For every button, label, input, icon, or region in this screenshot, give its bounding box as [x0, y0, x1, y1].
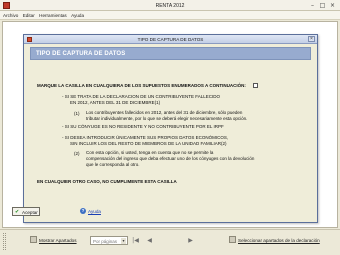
page-mode-select[interactable]: Por páginas ▾	[90, 236, 128, 245]
chevron-down-icon: ▾	[121, 238, 126, 244]
note2-line1: Con esta opción, si usted, tenga en cuen…	[86, 150, 214, 155]
section-own-data-line2: SIN INCLUIR LOS DEL RESTO DE MIEMBROS DE…	[70, 141, 227, 146]
window-titlebar: RENTA 2012 – □ ×	[0, 0, 340, 11]
first-page-button[interactable]: |◀	[131, 236, 140, 245]
menu-archivo[interactable]: Archivo	[0, 11, 18, 18]
dialog-close-button[interactable]: ×	[308, 36, 315, 42]
checkmark-icon: ✔	[15, 209, 20, 215]
dialog-footer-note: EN CUALQUIER OTRO CASO, NO CUMPLIMENTE E…	[37, 179, 177, 184]
dialog-heading: MARQUE LA CASILLA EN CUALQUIERA DE LOS S…	[37, 83, 246, 88]
help-icon: ?	[80, 208, 86, 214]
close-window-button[interactable]: ×	[329, 2, 336, 9]
dialog-titlebar: TIPO DE CAPTURA DE DATOS ×	[24, 35, 317, 44]
section-own-data-line1: - SI DESEA INTRODUCIR ÚNICAMENTE SUS PRO…	[62, 135, 229, 140]
section-deceased-line1: - SI SE TRATA DE LA DECLARACION DE UN CO…	[62, 94, 221, 99]
section-non-resident-spouse: - SI SU CÓNYUGE ES NO RESIDENTE Y NO CON…	[62, 124, 224, 129]
previous-page-button[interactable]: ◀	[145, 236, 154, 245]
note1-line2: tributar individualmente, por lo que se …	[86, 116, 248, 121]
page-mode-value: Por páginas	[93, 239, 118, 244]
minimize-button[interactable]: –	[309, 2, 316, 9]
section-deceased-line2: EN 2012, ANTES DEL 31 DE DICIEMBRE(1)	[70, 100, 161, 105]
next-page-button[interactable]: ▶	[186, 236, 195, 245]
toolbar-grip[interactable]	[3, 233, 6, 250]
banner-title: TIPO DE CAPTURA DE DATOS	[36, 51, 126, 57]
note1-number: (1)	[74, 111, 80, 116]
note2-line2: compensación del ingreso que deba efectu…	[86, 156, 255, 161]
menu-editar[interactable]: Editar	[20, 11, 35, 18]
accept-button-label: Aceptar	[22, 210, 38, 215]
window-title: RENTA 2012	[155, 3, 185, 9]
note1-line1: Los contribuyentes fallecidos en 2012, a…	[86, 110, 243, 115]
dialog-title: TIPO DE CAPTURA DE DATOS	[137, 37, 204, 42]
menu-herramientas[interactable]: Herramientas	[36, 11, 67, 18]
dialog-banner: TIPO DE CAPTURA DE DATOS	[30, 47, 311, 60]
select-sections-icon[interactable]	[229, 236, 236, 243]
menubar: Archivo Editar Herramientas Ayuda	[0, 11, 340, 20]
select-sections-link[interactable]: Seleccionar apartados de la declaración	[238, 238, 320, 243]
menu-ayuda[interactable]: Ayuda	[68, 11, 84, 18]
show-sections-link[interactable]: Mostrar Apartados	[39, 238, 77, 243]
note2-line3: que le corresponda al otro.	[86, 162, 140, 167]
accept-button[interactable]: ✔ Aceptar	[12, 207, 40, 216]
show-sections-icon[interactable]	[30, 236, 37, 243]
capture-type-checkbox[interactable]	[253, 83, 258, 88]
help-link-label: Ayuda	[88, 209, 101, 214]
note2-number: (2)	[74, 151, 80, 156]
maximize-button[interactable]: □	[319, 2, 326, 9]
